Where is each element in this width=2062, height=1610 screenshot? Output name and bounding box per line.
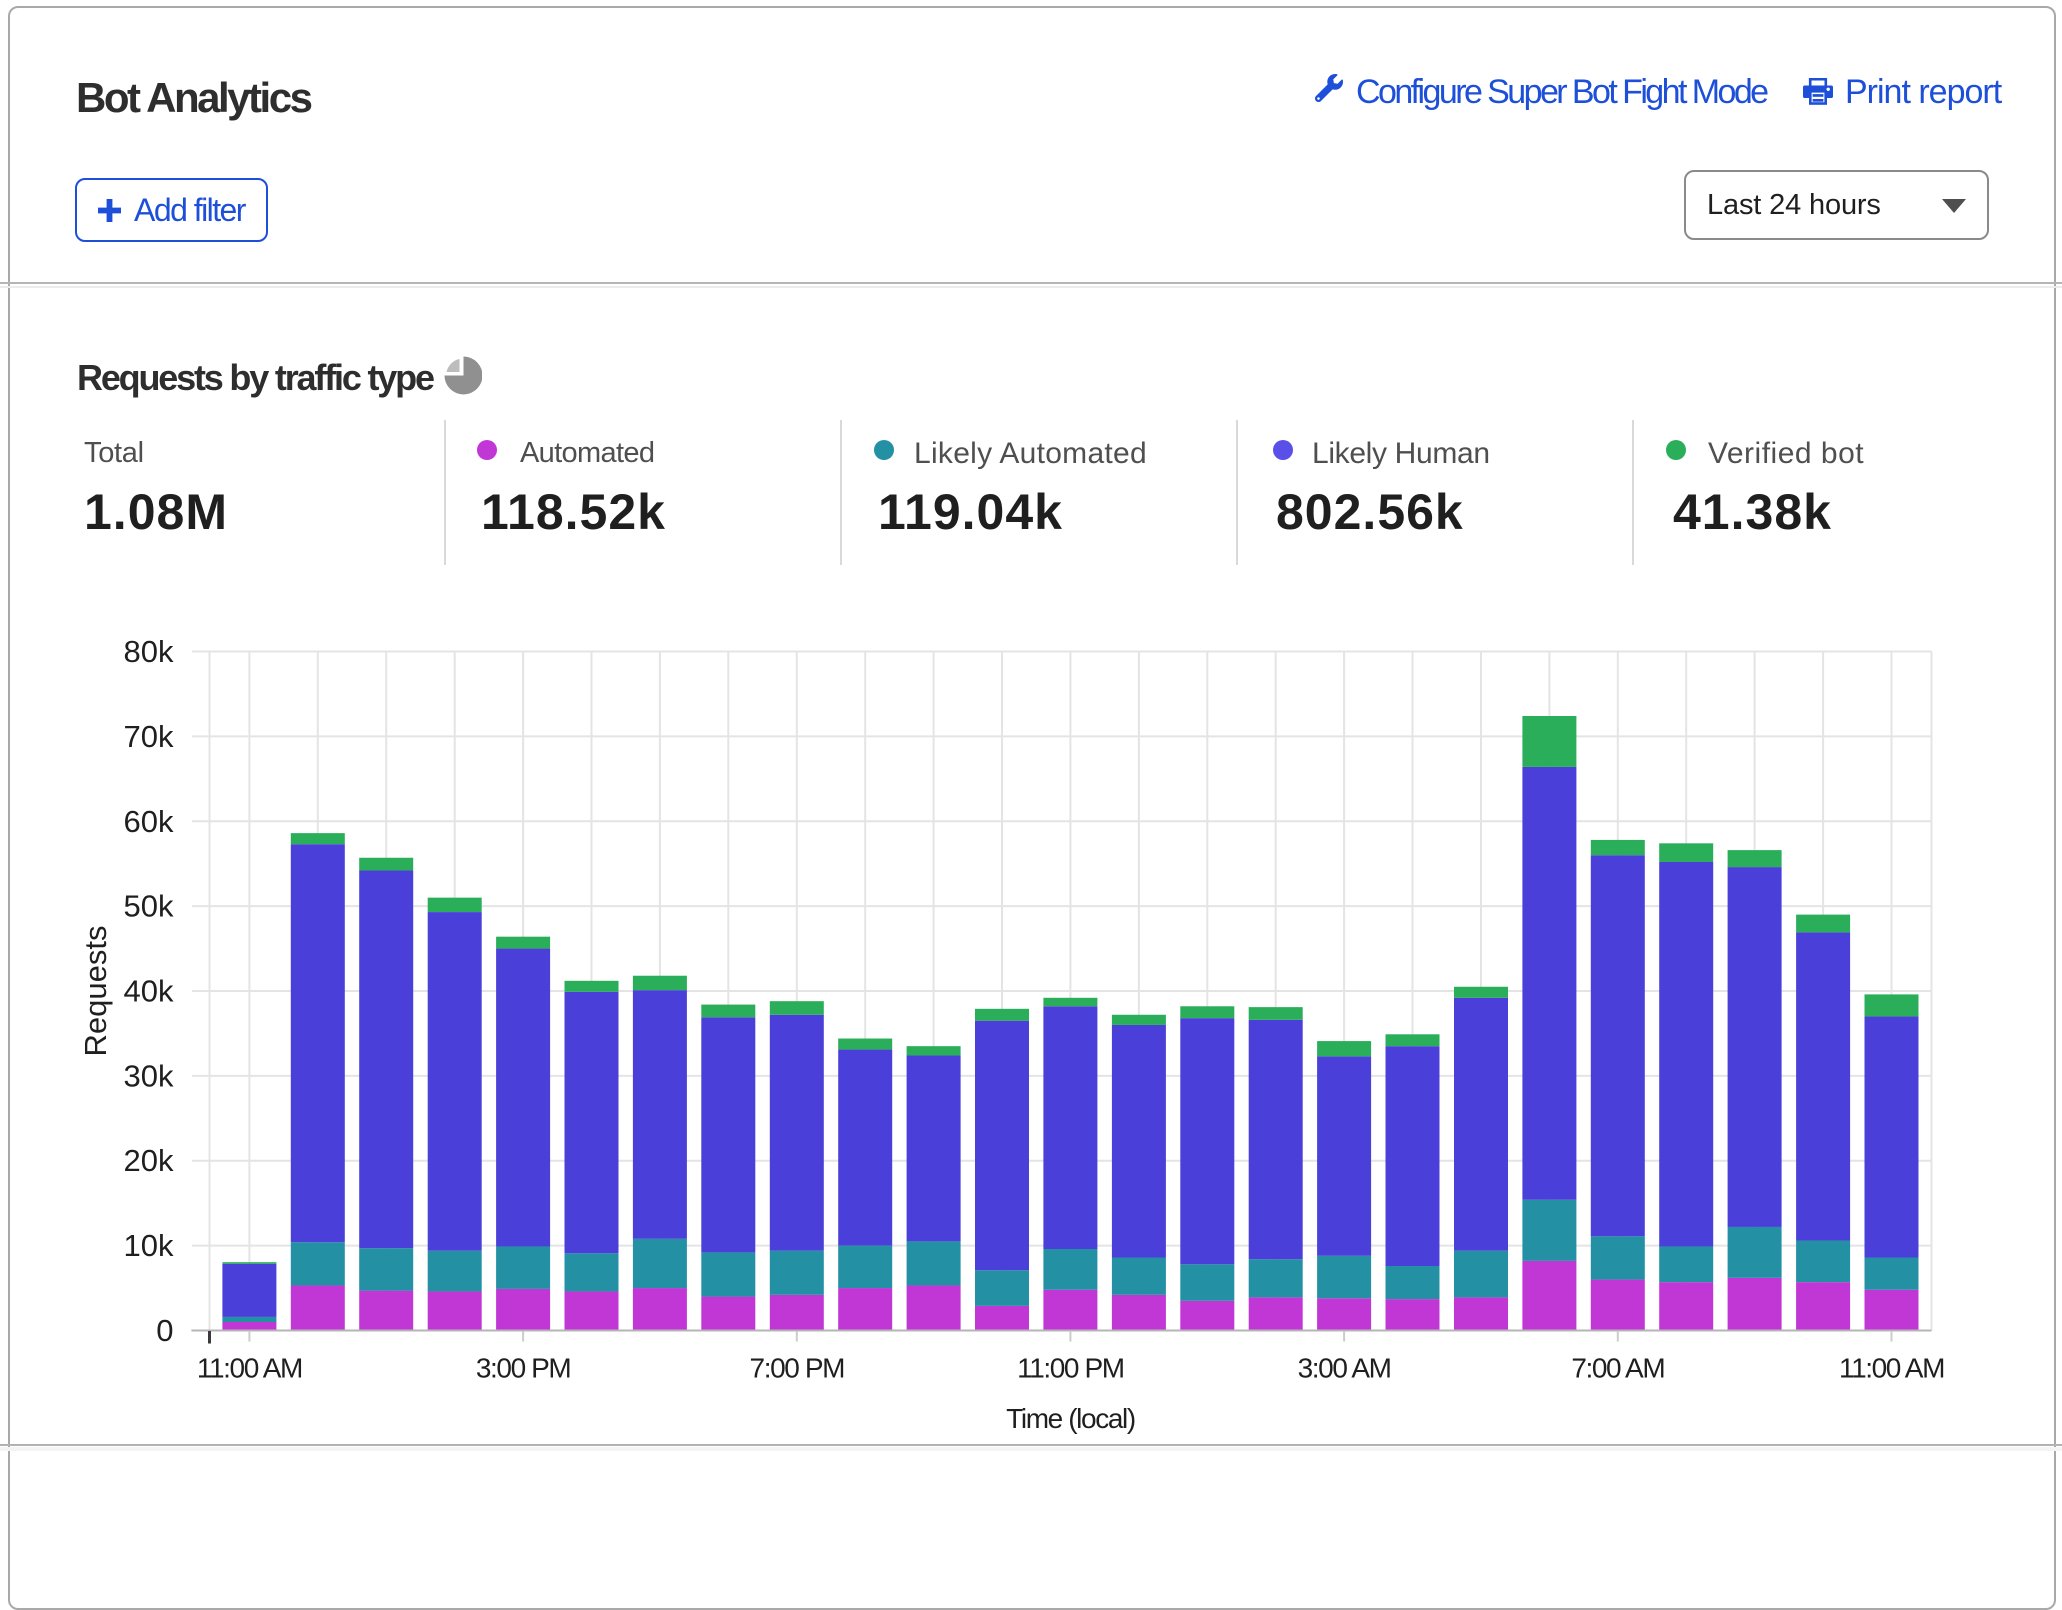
svg-text:Requests: Requests	[78, 926, 113, 1057]
svg-text:7:00 PM: 7:00 PM	[750, 1352, 845, 1383]
svg-text:3:00 PM: 3:00 PM	[476, 1352, 571, 1383]
svg-text:60k: 60k	[124, 804, 174, 839]
svg-text:3:00 AM: 3:00 AM	[1298, 1352, 1391, 1383]
svg-text:0: 0	[156, 1313, 173, 1348]
svg-text:80k: 80k	[124, 634, 174, 669]
svg-text:70k: 70k	[124, 719, 174, 754]
svg-text:11:00 PM: 11:00 PM	[1017, 1352, 1124, 1383]
svg-text:20k: 20k	[124, 1143, 174, 1178]
svg-text:11:00 AM: 11:00 AM	[197, 1352, 302, 1383]
svg-text:10k: 10k	[124, 1228, 174, 1263]
svg-text:7:00 AM: 7:00 AM	[1571, 1352, 1664, 1383]
svg-text:40k: 40k	[124, 974, 174, 1009]
svg-text:Time (local): Time (local)	[1006, 1403, 1135, 1434]
svg-text:50k: 50k	[124, 889, 174, 924]
svg-text:30k: 30k	[124, 1058, 174, 1093]
svg-text:11:00 AM: 11:00 AM	[1839, 1352, 1944, 1383]
